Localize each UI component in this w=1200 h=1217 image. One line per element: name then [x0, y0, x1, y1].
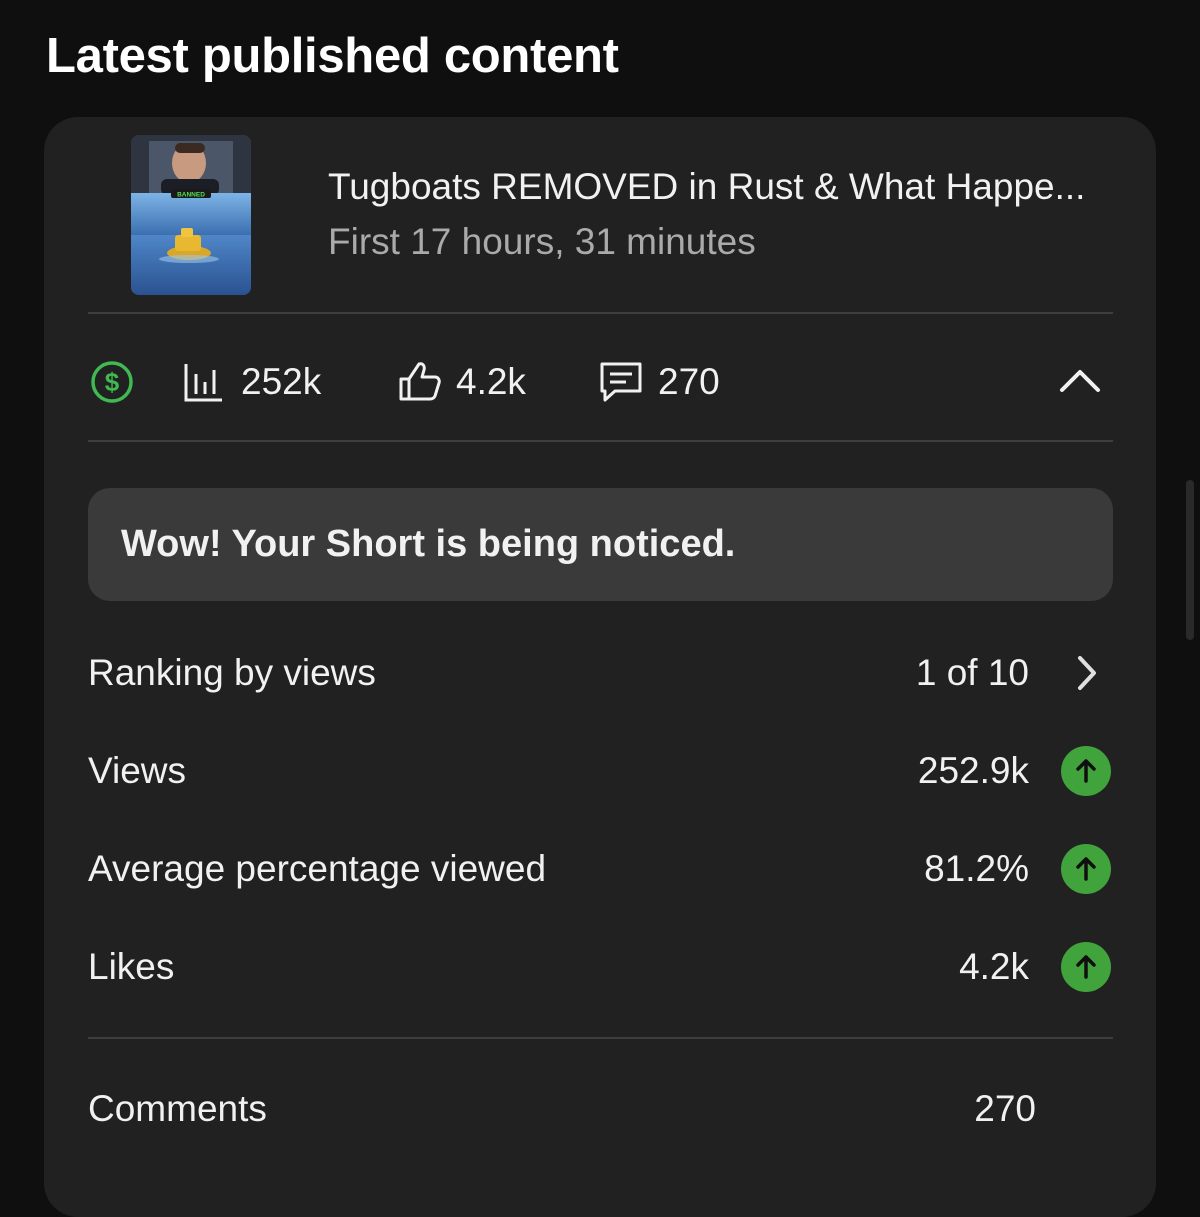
like-icon[interactable]	[397, 359, 443, 405]
metric-label-ranking[interactable]: Ranking by views	[88, 652, 376, 694]
svg-text:$: $	[105, 367, 120, 397]
video-thumbnail[interactable]: BANNED	[131, 135, 251, 295]
metric-label-avg-percentage: Average percentage viewed	[88, 848, 547, 889]
metric-label-comments: Comments	[88, 1088, 267, 1129]
trend-up-icon	[1061, 942, 1111, 992]
divider	[88, 1037, 1113, 1039]
metric-label-views: Views	[88, 750, 187, 791]
metric-value-avg-percentage: 81.2%	[924, 848, 1029, 889]
metric-label-likes: Likes	[88, 946, 175, 987]
metric-value-views: 252.9k	[917, 750, 1029, 791]
metric-value-ranking[interactable]: 1 of 10	[916, 652, 1029, 694]
divider	[88, 312, 1113, 314]
comment-icon[interactable]	[597, 359, 645, 405]
scrollbar[interactable]	[1186, 480, 1194, 640]
divider	[88, 440, 1113, 442]
noticed-banner-text: Wow! Your Short is being noticed.	[121, 523, 736, 565]
views-count: 252k	[241, 361, 322, 402]
thumbnail-banned-text: BANNED	[177, 192, 205, 199]
views-chart-icon	[184, 364, 222, 402]
collapse-chevron-icon[interactable]	[1058, 362, 1102, 398]
likes-count: 4.2k	[456, 361, 526, 402]
metric-value-likes: 4.2k	[959, 946, 1029, 987]
chevron-right-icon[interactable]	[1070, 652, 1104, 694]
comments-count: 270	[658, 361, 720, 402]
monetization-icon: $	[91, 361, 133, 403]
trend-up-icon	[1061, 844, 1111, 894]
metric-value-comments: 270	[974, 1088, 1036, 1129]
video-title[interactable]: Tugboats REMOVED in Rust & What Happe...	[328, 166, 1085, 208]
section-title: Latest published content	[46, 29, 619, 83]
video-duration-subtitle: First 17 hours, 31 minutes	[328, 221, 756, 262]
trend-up-icon	[1061, 746, 1111, 796]
thumbnail-image: BANNED	[131, 135, 251, 295]
